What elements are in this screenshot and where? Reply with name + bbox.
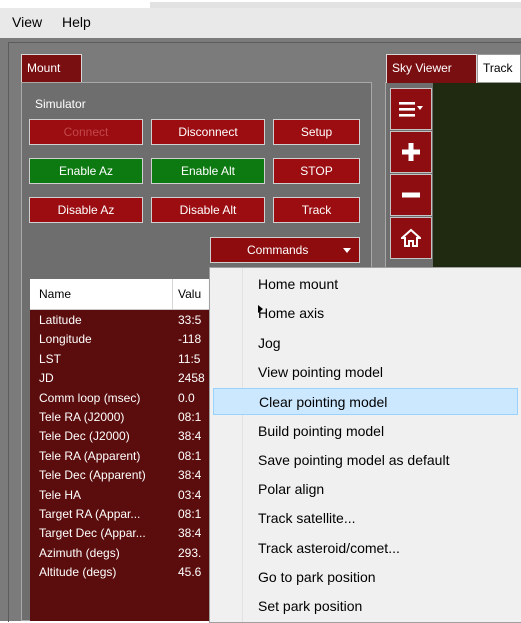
menu-item-track-satellite[interactable]: Track satellite... bbox=[213, 505, 518, 532]
table-row[interactable]: Tele RA (J2000) 08:1 bbox=[30, 408, 216, 427]
tab-mount[interactable]: Mount bbox=[21, 54, 82, 83]
track-button[interactable]: Track bbox=[273, 197, 360, 223]
menu-item-home-mount[interactable]: Home mount bbox=[213, 271, 518, 298]
cell-name: Altitude (degs) bbox=[39, 565, 117, 580]
column-divider[interactable] bbox=[172, 279, 173, 309]
commands-context-menu: Home mount Home axis Jog View pointing mode… bbox=[209, 267, 521, 623]
tab-track[interactable]: Track bbox=[477, 54, 521, 83]
cell-name: Tele RA (Apparent) bbox=[39, 448, 141, 463]
menu-item-polar-align[interactable]: Polar align bbox=[213, 476, 518, 503]
column-header-value[interactable]: Valu bbox=[178, 287, 201, 301]
cell-value: 38:4 bbox=[178, 526, 202, 541]
cell-value: 33:5 bbox=[178, 313, 202, 327]
menu-item-save-pointing-model-as-default[interactable]: Save pointing model as default bbox=[213, 447, 518, 474]
cell-value: 45.6 bbox=[178, 565, 202, 580]
cell-value: 38:4 bbox=[178, 468, 202, 483]
cell-name: JD bbox=[39, 371, 54, 386]
table-row[interactable]: Azimuth (degs) 293. bbox=[30, 544, 216, 563]
menu-item-label: Home mount bbox=[258, 276, 339, 292]
cell-name: Target RA (Appar... bbox=[39, 507, 141, 521]
table-row[interactable]: Target Dec (Appar... 38:4 bbox=[30, 524, 216, 543]
cell-name: LST bbox=[39, 351, 62, 366]
menu-item-label: Polar align bbox=[258, 481, 325, 498]
cell-value: 08:1 bbox=[178, 448, 202, 463]
menu-item-label: Go to park position bbox=[258, 569, 376, 585]
cell-name: Latitude bbox=[39, 313, 82, 327]
chevron-down-icon bbox=[343, 248, 351, 253]
table-row[interactable]: Longitude -118 bbox=[30, 330, 216, 349]
menu-item-home-axis[interactable]: Home axis bbox=[213, 300, 518, 327]
table-row[interactable]: JD 2458 bbox=[30, 369, 216, 388]
status-table: Name Valu Latitude 33:5 Longitude -118 LST 11… bbox=[30, 279, 216, 621]
tab-sky-viewer[interactable]: Sky Viewer bbox=[386, 54, 477, 83]
cell-name: Tele HA bbox=[39, 487, 82, 502]
table-row[interactable]: Tele HA 03:4 bbox=[30, 486, 216, 505]
table-row[interactable]: Tele Dec (J2000) 38:4 bbox=[30, 427, 216, 446]
table-header: Name Valu bbox=[30, 279, 216, 310]
table-row[interactable]: Target RA (Appar... 08:1 bbox=[30, 505, 216, 524]
table-row[interactable]: LST 11:5 bbox=[30, 350, 216, 369]
menu-help[interactable]: Help bbox=[62, 14, 91, 30]
cell-value: 38:4 bbox=[178, 429, 202, 444]
menu-item-label: Clear pointing model bbox=[259, 394, 388, 411]
table-row[interactable]: Altitude (degs) 45.6 bbox=[30, 563, 216, 582]
menu-item-label: Build pointing model bbox=[258, 422, 385, 439]
cell-name: Tele Dec (Apparent) bbox=[39, 468, 146, 483]
cell-name: Longitude bbox=[39, 332, 92, 347]
table-row[interactable]: Comm loop (msec) 0.0 bbox=[30, 389, 216, 408]
menu-item-track-asteroid-comet[interactable]: Track asteroid/comet... bbox=[213, 535, 518, 562]
simulator-label: Simulator bbox=[35, 97, 86, 111]
table-row[interactable]: Tele Dec (Apparent) 38:4 bbox=[30, 466, 216, 485]
cell-value: 2458 bbox=[178, 371, 205, 386]
table-row[interactable]: Latitude 33:5 bbox=[30, 311, 216, 330]
menu-icon[interactable] bbox=[390, 88, 432, 130]
menu-view[interactable]: View bbox=[12, 14, 42, 30]
cell-name: Tele Dec (J2000) bbox=[39, 429, 130, 444]
menu-item-label: Track satellite... bbox=[258, 510, 356, 527]
table-row[interactable]: Tele RA (Apparent) 08:1 bbox=[30, 447, 216, 466]
menu-item-label: Home axis bbox=[258, 305, 325, 322]
cell-value: 293. bbox=[178, 545, 202, 560]
menu-item-label: View pointing model bbox=[258, 363, 384, 380]
stop-button[interactable]: STOP bbox=[273, 158, 360, 184]
setup-button[interactable]: Setup bbox=[273, 119, 360, 145]
commands-label: Commands bbox=[247, 243, 309, 257]
disable-alt-button[interactable]: Disable Alt bbox=[151, 197, 265, 223]
home-icon[interactable] bbox=[390, 217, 432, 259]
enable-az-button[interactable]: Enable Az bbox=[29, 158, 143, 184]
zoom-in-icon[interactable] bbox=[390, 131, 432, 173]
menu-bar: View Help bbox=[0, 8, 521, 38]
cell-value: 03:4 bbox=[178, 487, 202, 502]
disconnect-button[interactable]: Disconnect bbox=[151, 119, 265, 145]
cell-value: 08:1 bbox=[178, 507, 202, 521]
column-header-name[interactable]: Name bbox=[39, 287, 71, 301]
menu-item-label: Jog bbox=[258, 334, 281, 351]
menu-item-label: Save pointing model as default bbox=[258, 451, 450, 468]
cell-name: Azimuth (degs) bbox=[39, 545, 120, 560]
menu-item-view-pointing-model[interactable]: View pointing model bbox=[213, 359, 518, 386]
menu-item-jog[interactable]: Jog bbox=[213, 330, 518, 357]
chevron-right-icon bbox=[258, 305, 263, 314]
menu-item-go-to-park-position[interactable]: Go to park position bbox=[213, 564, 518, 591]
cell-value: -118 bbox=[178, 332, 202, 347]
enable-alt-button[interactable]: Enable Alt bbox=[151, 158, 265, 184]
connect-button[interactable]: Connect bbox=[29, 119, 143, 145]
menu-item-set-park-position[interactable]: Set park position bbox=[213, 593, 518, 620]
cell-value: 0.0 bbox=[178, 390, 195, 405]
menu-item-label: Set park position bbox=[258, 598, 363, 615]
cell-name: Target Dec (Appar... bbox=[39, 526, 146, 541]
menu-item-build-pointing-model[interactable]: Build pointing model bbox=[213, 418, 518, 445]
zoom-out-icon[interactable] bbox=[390, 174, 432, 216]
disable-az-button[interactable]: Disable Az bbox=[29, 197, 143, 223]
sky-view[interactable] bbox=[433, 82, 521, 270]
commands-dropdown[interactable]: Commands bbox=[210, 237, 360, 263]
cell-name: Comm loop (msec) bbox=[39, 390, 141, 405]
cell-name: Tele RA (J2000) bbox=[39, 410, 125, 424]
menu-item-clear-pointing-model[interactable]: Clear pointing model bbox=[213, 388, 518, 416]
menu-item-label: Track asteroid/comet... bbox=[258, 539, 400, 556]
top-strip bbox=[0, 0, 521, 8]
cell-value: 11:5 bbox=[178, 351, 201, 366]
cell-value: 08:1 bbox=[178, 410, 202, 424]
